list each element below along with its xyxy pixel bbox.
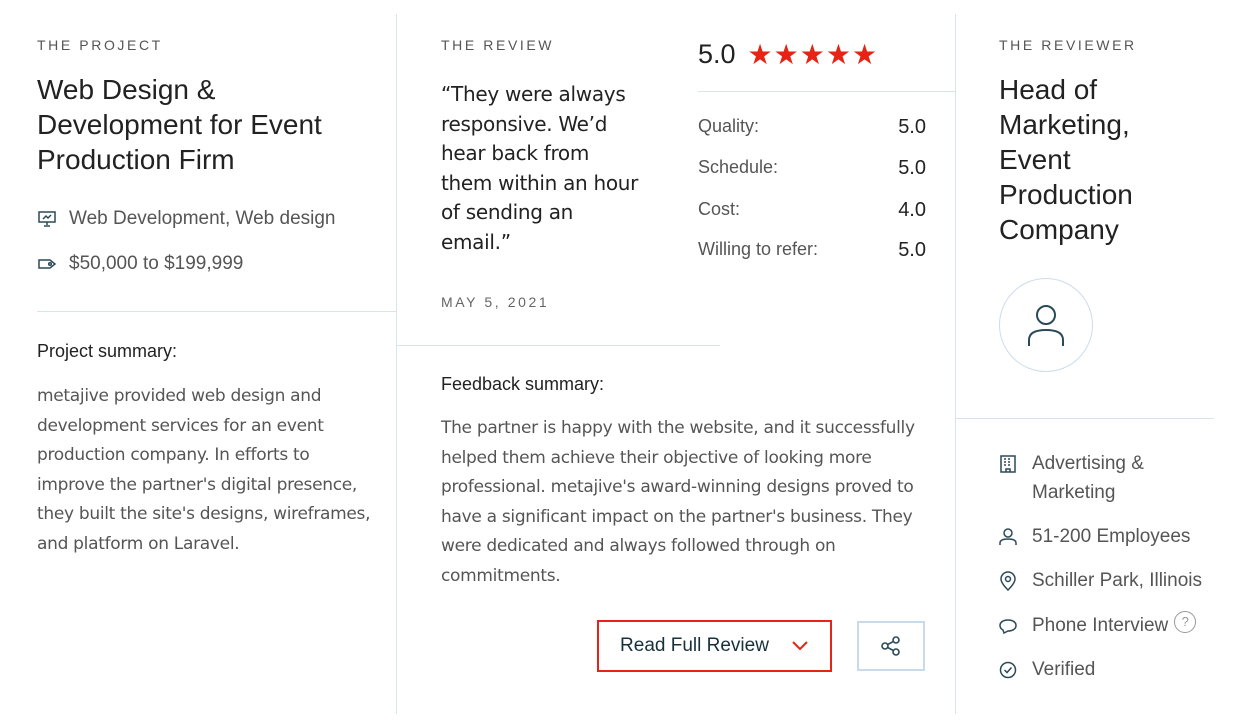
reviewer-verified: Verified [999, 655, 1095, 684]
score-row-quality: Quality: 5.0 [698, 116, 926, 139]
score-label: Quality: [698, 116, 760, 136]
score-row-cost: Cost: 4.0 [698, 199, 926, 222]
service-text: Web Development, Web design [69, 208, 336, 229]
building-icon [1000, 454, 1016, 473]
read-full-review-label: Read Full Review [620, 635, 769, 656]
project-summary-label: Project summary: [37, 341, 178, 361]
column-divider-right [955, 14, 956, 714]
score-row-refer: Willing to refer: 5.0 [698, 239, 926, 262]
interview-text: Phone Interview [1032, 615, 1169, 636]
reviewer-title: Head of Marketing, Event Production Comp… [999, 74, 1133, 245]
project-summary: metajive provided web design and develop… [37, 386, 371, 554]
read-full-review-button[interactable]: Read Full Review [597, 620, 832, 672]
column-divider-left [396, 14, 397, 714]
star-rating-icon: ★★★★★ [747, 39, 879, 70]
reviewer-eyebrow: THE REVIEWER [999, 37, 1137, 53]
user-icon [1028, 305, 1064, 346]
review-date: MAY 5, 2021 [441, 294, 550, 310]
project-budget: $50,000 to $199,999 [37, 253, 243, 275]
score-label: Willing to refer: [698, 239, 819, 259]
overall-score: 5.0 [698, 39, 736, 69]
share-icon [881, 636, 900, 656]
reviewer-employees: 51-200 Employees [999, 522, 1190, 551]
overall-rating: 5.0 ★★★★★ [698, 38, 878, 71]
review-eyebrow: THE REVIEW [441, 37, 555, 53]
location-pin-icon [1000, 570, 1016, 591]
score-value: 4.0 [898, 199, 926, 221]
industry-text: Advertising & Marketing [1032, 453, 1144, 503]
reviewer-location: Schiller Park, Illinois [999, 566, 1202, 595]
feedback-summary: The partner is happy with the website, a… [441, 418, 915, 586]
user-icon [999, 527, 1017, 545]
presentation-icon [38, 211, 56, 227]
verified-text: Verified [1032, 659, 1096, 680]
review-divider [397, 345, 720, 346]
score-label: Cost: [698, 199, 741, 219]
reviewer-industry: Advertising & Marketing [999, 449, 1199, 507]
share-button[interactable] [857, 621, 925, 671]
project-eyebrow: THE PROJECT [37, 37, 163, 53]
feedback-summary-label: Feedback summary: [441, 374, 605, 394]
rating-divider [698, 91, 955, 92]
score-value: 5.0 [898, 116, 926, 138]
score-row-schedule: Schedule: 5.0 [698, 157, 926, 180]
review-quote: “They were always responsive. We’d hear … [441, 82, 639, 254]
help-icon[interactable]: ? [1174, 611, 1197, 633]
project-service: Web Development, Web design [37, 208, 336, 230]
reviewer-divider [956, 418, 1214, 419]
location-text: Schiller Park, Illinois [1032, 570, 1202, 591]
project-title: Web Design & Development for Event Produ… [37, 74, 322, 175]
project-divider [37, 311, 396, 312]
check-circle-icon [999, 661, 1017, 678]
budget-text: $50,000 to $199,999 [69, 253, 244, 274]
avatar [999, 278, 1093, 372]
chevron-down-icon [792, 641, 808, 651]
reviewer-interview: Phone Interview ? [999, 611, 1197, 640]
price-tag-icon [38, 259, 57, 269]
employees-text: 51-200 Employees [1032, 526, 1191, 547]
chat-bubble-icon [999, 618, 1017, 634]
score-value: 5.0 [898, 157, 926, 179]
score-value: 5.0 [898, 239, 926, 261]
score-label: Schedule: [698, 157, 779, 177]
